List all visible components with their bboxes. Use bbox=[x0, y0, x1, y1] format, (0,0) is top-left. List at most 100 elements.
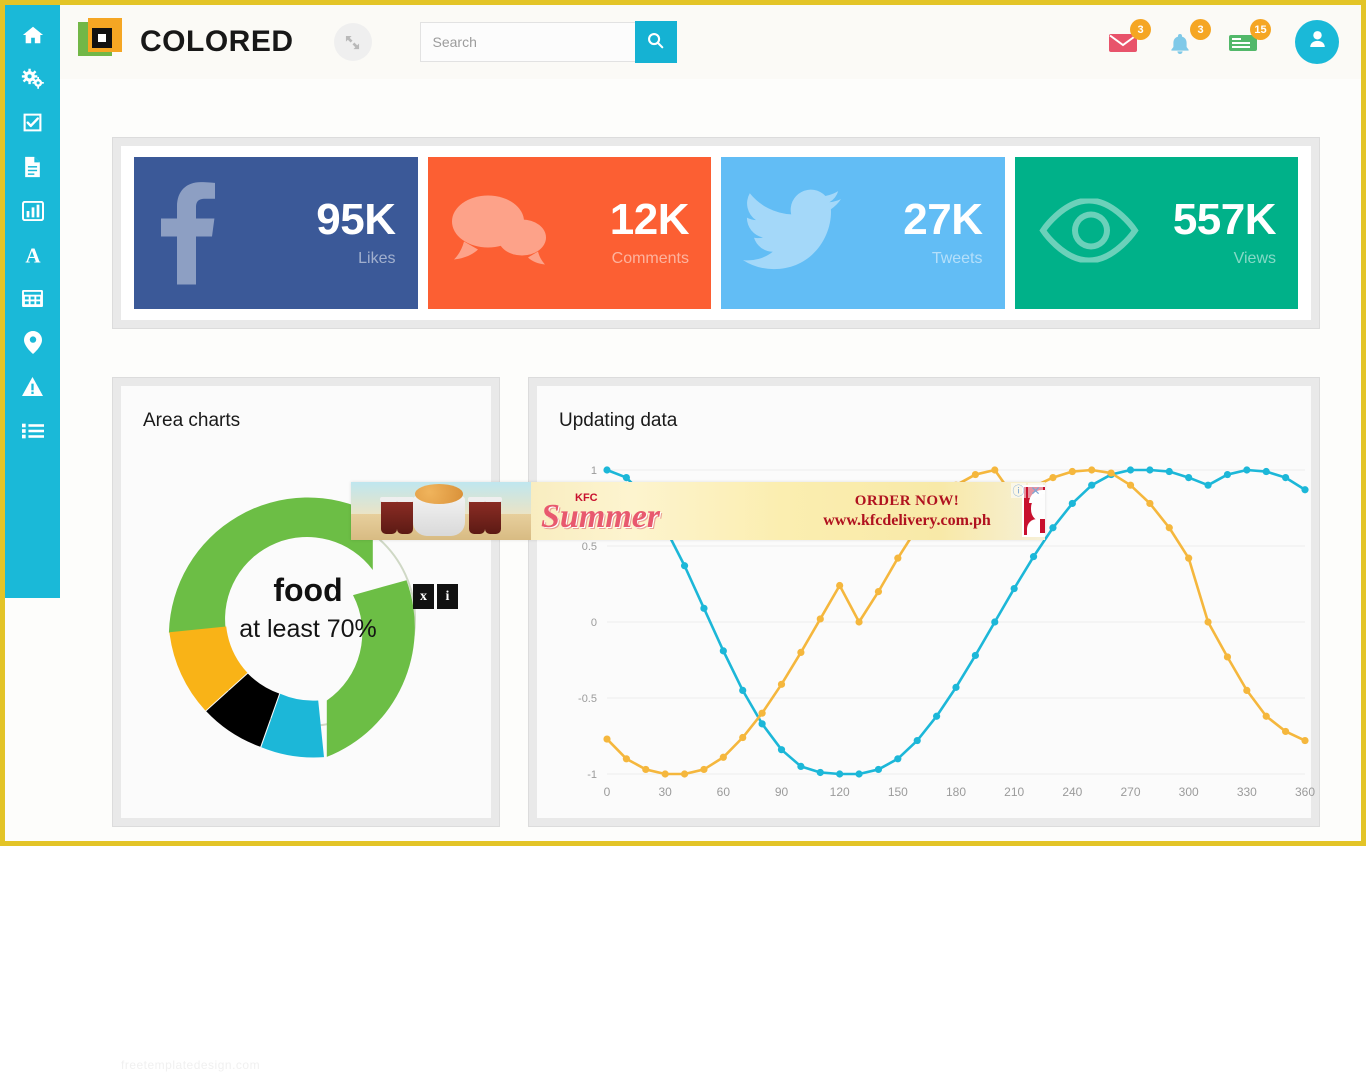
svg-text:30: 30 bbox=[658, 785, 672, 799]
stat-value-views: 557K bbox=[1172, 195, 1277, 244]
svg-text:180: 180 bbox=[946, 785, 966, 799]
eye-icon bbox=[1037, 197, 1141, 268]
svg-text:60: 60 bbox=[717, 785, 731, 799]
stat-value-comments: 12K bbox=[609, 195, 690, 244]
ad-headline: Summer bbox=[541, 497, 661, 535]
messages-button[interactable]: 3 bbox=[1109, 19, 1151, 59]
sidebar-item-lists[interactable] bbox=[5, 411, 60, 455]
stat-value-likes: 95K bbox=[316, 195, 396, 244]
twitter-icon bbox=[743, 189, 841, 277]
map-marker-icon bbox=[23, 331, 42, 359]
svg-text:360: 360 bbox=[1295, 785, 1315, 799]
updating-data-title: Updating data bbox=[559, 410, 678, 431]
sidebar-item-home[interactable] bbox=[5, 15, 60, 59]
updating-data-card: Updating data -1 -0.5 0 0.5 1 0 30 60 90 120 150 18… bbox=[537, 386, 1315, 818]
stat-card-tweets[interactable]: 27K Tweets bbox=[721, 157, 1005, 309]
avatar[interactable] bbox=[1295, 20, 1339, 64]
brand-title: COLORED bbox=[140, 25, 294, 58]
sidebar-item-alerts[interactable] bbox=[5, 367, 60, 411]
watermark: freetemplatedesign.com bbox=[121, 1058, 261, 1072]
comments-icon bbox=[450, 192, 546, 275]
brand-logo-icon[interactable] bbox=[78, 18, 126, 66]
stat-card-likes[interactable]: 95K Likes bbox=[134, 157, 418, 309]
font-icon: A bbox=[22, 243, 44, 271]
area-charts-title: Area charts bbox=[143, 410, 241, 431]
svg-text:0: 0 bbox=[604, 785, 611, 799]
svg-text:270: 270 bbox=[1120, 785, 1140, 799]
stat-text-likes: 95K Likes bbox=[316, 198, 401, 268]
page-frame: A COLORED Search 3 3 15 95K Likes 12K Co… bbox=[0, 0, 1366, 1072]
svg-text:330: 330 bbox=[1237, 785, 1257, 799]
svg-text:120: 120 bbox=[830, 785, 850, 799]
header-actions: 3 3 15 bbox=[1109, 19, 1339, 64]
stats-row: 95K Likes 12K Comments 27K Tweets 557K V… bbox=[121, 146, 1311, 320]
notifications-badge: 3 bbox=[1190, 19, 1211, 40]
stat-text-views: 557K Views bbox=[1173, 198, 1282, 268]
overlay-info-button[interactable]: i bbox=[437, 584, 458, 609]
sidebar-item-settings[interactable] bbox=[5, 59, 60, 103]
overlay-close-button[interactable]: x bbox=[413, 584, 434, 609]
svg-text:0.5: 0.5 bbox=[582, 541, 597, 553]
sidebar: A bbox=[5, 5, 60, 598]
file-text-icon bbox=[23, 156, 42, 183]
bell-icon bbox=[1169, 33, 1191, 55]
user-icon bbox=[1306, 28, 1329, 56]
svg-text:0: 0 bbox=[591, 617, 597, 629]
search-icon bbox=[647, 32, 664, 52]
donut-overlay-buttons: x i bbox=[413, 584, 458, 609]
stat-card-comments[interactable]: 12K Comments bbox=[427, 157, 711, 309]
svg-text:240: 240 bbox=[1062, 785, 1082, 799]
area-charts-card: Area charts food at least 70% x i freete… bbox=[121, 386, 491, 1072]
search-bar bbox=[419, 21, 677, 63]
adchoices-info-icon[interactable]: ⓘ bbox=[1011, 483, 1026, 498]
list-icon bbox=[21, 422, 44, 445]
svg-text:300: 300 bbox=[1179, 785, 1199, 799]
stat-value-tweets: 27K bbox=[903, 195, 983, 244]
svg-text:1: 1 bbox=[591, 465, 597, 477]
stat-text-tweets: 27K Tweets bbox=[903, 198, 988, 268]
table-icon bbox=[21, 289, 44, 313]
sidebar-item-tasks[interactable] bbox=[5, 103, 60, 147]
messages-badge: 3 bbox=[1130, 19, 1151, 40]
sidebar-item-maps[interactable] bbox=[5, 323, 60, 367]
cogs-icon bbox=[21, 68, 45, 95]
ad-headline-block: KFC Summer bbox=[541, 492, 766, 535]
svg-text:A: A bbox=[25, 244, 41, 266]
search-button[interactable] bbox=[634, 21, 677, 63]
updating-data-panel: Updating data -1 -0.5 0 0.5 1 0 30 60 90 120 150 18… bbox=[528, 377, 1320, 827]
ad-close-icon[interactable]: ✕ bbox=[1028, 483, 1043, 498]
sidebar-item-documents[interactable] bbox=[5, 147, 60, 191]
ad-cta-block: ORDER NOW! www.kfcdelivery.com.ph bbox=[792, 493, 1022, 530]
notifications-button[interactable]: 3 bbox=[1169, 19, 1211, 59]
svg-text:150: 150 bbox=[888, 785, 908, 799]
warning-icon bbox=[21, 376, 44, 402]
search-input[interactable] bbox=[419, 22, 635, 62]
sidebar-item-typography[interactable]: A bbox=[5, 235, 60, 279]
svg-text:-0.5: -0.5 bbox=[578, 693, 597, 705]
sidebar-item-charts[interactable] bbox=[5, 191, 60, 235]
facebook-icon bbox=[156, 177, 218, 290]
expand-arrows-icon[interactable] bbox=[333, 23, 372, 61]
tasks-badge: 15 bbox=[1250, 19, 1271, 40]
stats-panel-inner: 95K Likes 12K Comments 27K Tweets 557K V… bbox=[121, 146, 1311, 320]
ad-controls: ⓘ ✕ bbox=[1011, 483, 1043, 498]
kfc-ad-banner[interactable]: KFC Summer ORDER NOW! www.kfcdelivery.co… bbox=[351, 482, 1045, 540]
svg-text:90: 90 bbox=[775, 785, 789, 799]
home-icon bbox=[22, 24, 44, 51]
header: COLORED Search 3 3 15 bbox=[60, 5, 1361, 79]
tasks-button[interactable]: 15 bbox=[1229, 19, 1271, 59]
svg-text:210: 210 bbox=[1004, 785, 1024, 799]
stat-card-views[interactable]: 557K Views bbox=[1014, 157, 1298, 309]
svg-text:-1: -1 bbox=[587, 769, 597, 781]
ad-food-image bbox=[351, 482, 531, 540]
check-square-icon bbox=[22, 112, 43, 138]
stat-label-tweets: Tweets bbox=[931, 250, 983, 267]
chart-bar-icon bbox=[21, 200, 44, 226]
ad-cta-text: ORDER NOW! bbox=[854, 492, 960, 509]
sidebar-item-tables[interactable] bbox=[5, 279, 60, 323]
stat-label-comments: Comments bbox=[611, 250, 689, 267]
stat-label-views: Views bbox=[1233, 250, 1276, 267]
stats-panel: 95K Likes 12K Comments 27K Tweets 557K V… bbox=[112, 137, 1320, 329]
stat-label-likes: Likes bbox=[358, 250, 396, 267]
stat-text-comments: 12K Comments bbox=[610, 198, 695, 268]
